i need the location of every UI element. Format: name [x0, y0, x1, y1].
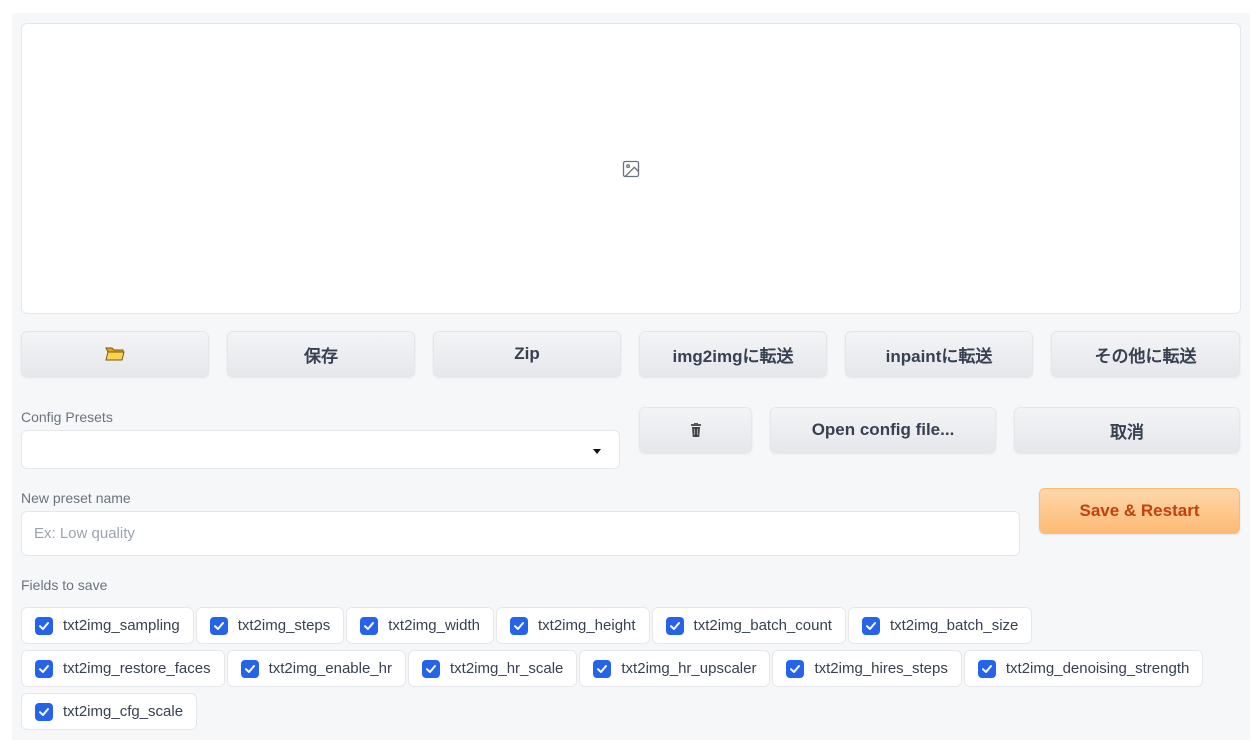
- field-label: txt2img_batch_size: [889, 617, 1019, 634]
- field-checkbox-txt2img-batch-count[interactable]: txt2img_batch_count: [651, 607, 846, 644]
- checkbox-checked-icon[interactable]: [240, 659, 259, 678]
- folder-icon: [105, 347, 125, 361]
- new-preset-name-label: New preset name: [21, 490, 131, 506]
- delete-preset-button[interactable]: [639, 407, 752, 453]
- field-label: txt2img_enable_hr: [268, 660, 392, 677]
- field-checkbox-txt2img-denoising-strength[interactable]: txt2img_denoising_strength: [963, 650, 1204, 687]
- field-label: txt2img_hr_scale: [450, 660, 564, 677]
- checkbox-checked-icon[interactable]: [593, 659, 612, 678]
- field-checkbox-txt2img-hr-upscaler[interactable]: txt2img_hr_upscaler: [579, 650, 771, 687]
- field-label: txt2img_steps: [237, 617, 331, 634]
- field-checkbox-txt2img-restore-faces[interactable]: txt2img_restore_faces: [21, 650, 225, 687]
- image-placeholder-icon: [622, 160, 640, 177]
- send-to-other-button[interactable]: その他に転送: [1051, 331, 1240, 377]
- send-to-img2img-button[interactable]: img2imgに転送: [639, 331, 827, 377]
- fields-row-1: txt2img_sampling txt2img_steps txt2img_w…: [21, 607, 1033, 644]
- field-checkbox-txt2img-hires-steps[interactable]: txt2img_hires_steps: [772, 650, 962, 687]
- checkbox-checked-icon[interactable]: [209, 616, 228, 635]
- checkbox-checked-icon[interactable]: [665, 616, 684, 635]
- checkbox-checked-icon[interactable]: [35, 702, 53, 721]
- checkbox-checked-icon[interactable]: [786, 659, 805, 678]
- image-gallery[interactable]: [21, 23, 1241, 314]
- field-label: txt2img_hires_steps: [814, 660, 948, 677]
- fields-row-2: txt2img_restore_faces txt2img_enable_hr …: [21, 650, 1204, 687]
- new-preset-name-input[interactable]: [21, 511, 1020, 556]
- field-label: txt2img_denoising_strength: [1005, 660, 1190, 677]
- send-to-inpaint-button[interactable]: inpaintに転送: [845, 331, 1033, 377]
- trash-icon: [690, 422, 701, 437]
- checkbox-checked-icon[interactable]: [509, 616, 528, 635]
- config-presets-label: Config Presets: [21, 409, 113, 425]
- field-checkbox-txt2img-hr-scale[interactable]: txt2img_hr_scale: [408, 650, 578, 687]
- checkbox-checked-icon[interactable]: [422, 659, 440, 678]
- field-label: txt2img_batch_count: [693, 617, 832, 634]
- field-checkbox-txt2img-sampling[interactable]: txt2img_sampling: [21, 607, 194, 644]
- cancel-button[interactable]: 取消: [1014, 407, 1240, 453]
- field-label: txt2img_sampling: [63, 617, 180, 634]
- save-button[interactable]: 保存: [227, 331, 415, 377]
- chevron-down-icon: [593, 449, 601, 454]
- checkbox-checked-icon[interactable]: [35, 659, 53, 678]
- checkbox-checked-icon[interactable]: [360, 616, 379, 635]
- checkbox-checked-icon[interactable]: [977, 659, 996, 678]
- field-checkbox-txt2img-batch-size[interactable]: txt2img_batch_size: [847, 607, 1033, 644]
- open-folder-button[interactable]: [21, 331, 209, 377]
- field-checkbox-txt2img-cfg-scale[interactable]: txt2img_cfg_scale: [21, 693, 198, 730]
- save-restart-button[interactable]: Save & Restart: [1039, 488, 1240, 534]
- fields-to-save-label: Fields to save: [21, 577, 108, 593]
- zip-button[interactable]: Zip: [433, 331, 621, 377]
- field-checkbox-txt2img-steps[interactable]: txt2img_steps: [195, 607, 345, 644]
- open-config-file-button[interactable]: Open config file...: [770, 407, 996, 453]
- fields-row-3: txt2img_cfg_scale: [21, 693, 198, 730]
- field-checkbox-txt2img-height[interactable]: txt2img_height: [495, 607, 650, 644]
- field-label: txt2img_width: [388, 617, 480, 634]
- checkbox-checked-icon[interactable]: [861, 616, 880, 635]
- field-label: txt2img_restore_faces: [63, 660, 211, 677]
- checkbox-checked-icon[interactable]: [35, 616, 53, 635]
- field-label: txt2img_height: [537, 617, 636, 634]
- field-checkbox-txt2img-width[interactable]: txt2img_width: [346, 607, 494, 644]
- field-label: txt2img_hr_upscaler: [621, 660, 757, 677]
- field-label: txt2img_cfg_scale: [63, 703, 184, 720]
- field-checkbox-txt2img-enable-hr[interactable]: txt2img_enable_hr: [226, 650, 406, 687]
- config-presets-dropdown[interactable]: [21, 430, 620, 469]
